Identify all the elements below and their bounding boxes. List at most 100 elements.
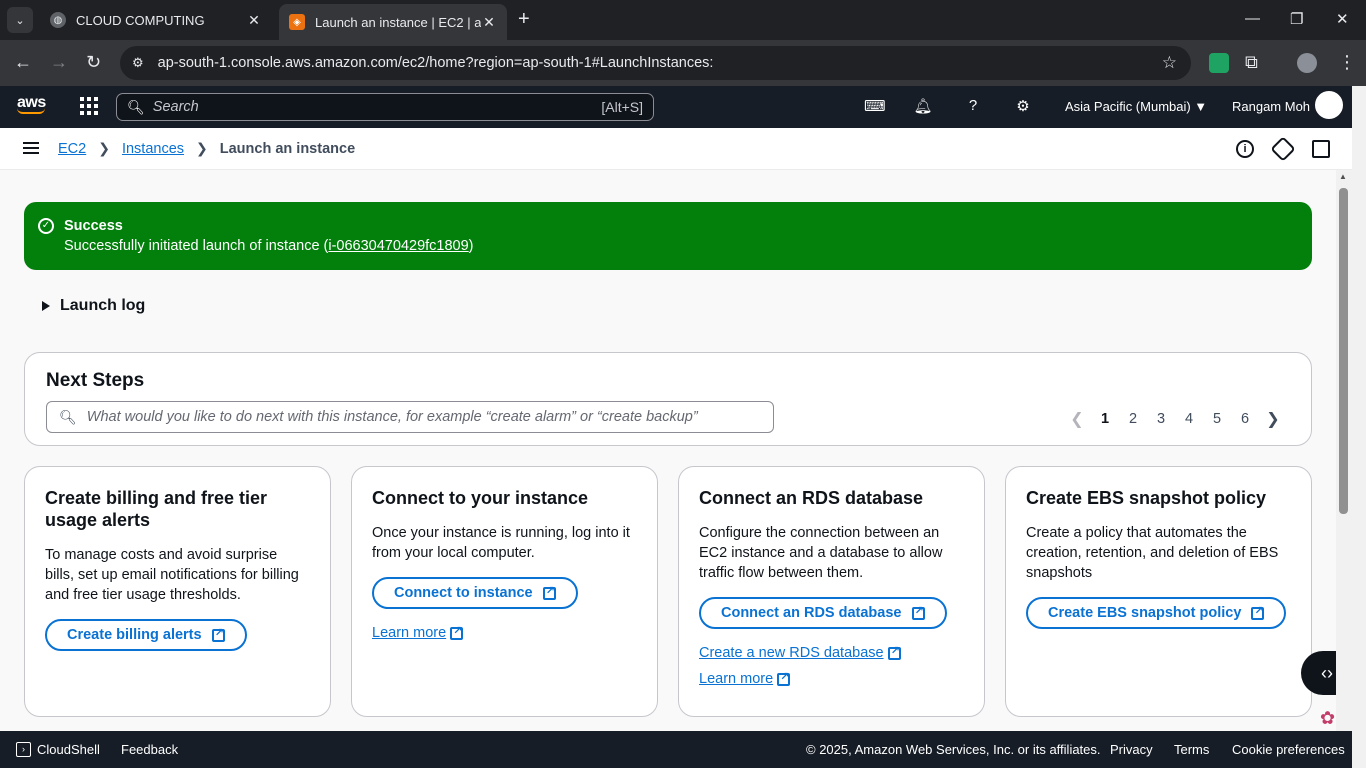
brain-extension-icon[interactable]: ✿ (1320, 708, 1335, 729)
close-icon[interactable]: ✕ (246, 12, 262, 29)
chevron-right-icon: ❯ (196, 140, 208, 156)
success-check-icon: ✓ (38, 218, 54, 234)
terms-link[interactable]: Terms (1174, 742, 1209, 757)
card-title: Connect to your instance (372, 488, 589, 508)
external-link-icon (887, 644, 901, 660)
help-icon[interactable]: ? (963, 97, 983, 117)
browser-tab-bar: ⌄ ◍ CLOUD COMPUTING ✕ ◈ Launch an instan… (0, 0, 1366, 40)
next-steps-title: Next Steps (46, 370, 145, 391)
external-link-icon (542, 584, 556, 600)
breadcrumb-instances[interactable]: Instances (122, 141, 184, 157)
copyright-text: © 2025, Amazon Web Services, Inc. or its… (806, 742, 1101, 757)
page-4[interactable]: 4 (1175, 411, 1203, 427)
cloudshell-icon: › (16, 742, 31, 757)
search-shortcut: [Alt+S] (601, 99, 643, 115)
breadcrumb-current: Launch an instance (219, 140, 356, 157)
settings-gear-icon[interactable]: ⚙ (1013, 97, 1033, 117)
feedback-screen-icon[interactable] (1312, 140, 1330, 158)
cookie-preferences-link[interactable]: Cookie preferences (1232, 742, 1345, 757)
page-scrollbar[interactable] (1352, 86, 1366, 768)
hamburger-menu-icon[interactable] (23, 142, 39, 154)
create-ebs-snapshot-policy-button[interactable]: Create EBS snapshot policy (1026, 597, 1287, 629)
card-title: Create billing and free tier usage alert… (45, 488, 268, 530)
search-placeholder: Search (152, 99, 199, 115)
feedback-link[interactable]: Feedback (121, 742, 178, 757)
site-settings-icon[interactable]: ⚙ (132, 55, 144, 71)
region-selector[interactable]: Asia Pacific (Mumbai) ▼ (1065, 99, 1207, 114)
cloudshell-link[interactable]: CloudShell (37, 742, 100, 757)
connect-rds-database-button[interactable]: Connect an RDS database (699, 597, 947, 629)
chatgpt-extension-icon[interactable] (1209, 53, 1229, 73)
aws-search-input[interactable]: 🔍︎ Search [Alt+S] (116, 93, 654, 121)
page-3[interactable]: 3 (1147, 411, 1175, 427)
window-close-icon[interactable]: ✕ (1336, 10, 1349, 28)
connect-to-instance-button[interactable]: Connect to instance (372, 577, 578, 609)
chevron-right-icon: ❯ (98, 140, 110, 156)
assistant-hex-icon[interactable] (1312, 88, 1346, 122)
success-flashbar: ✓ Success Successfully initiated launch … (24, 202, 1312, 270)
page-6[interactable]: 6 (1231, 411, 1259, 427)
url-text: ap-south-1.console.aws.amazon.com/ec2/ho… (157, 55, 714, 71)
minimize-icon[interactable]: — (1245, 10, 1260, 27)
privacy-link[interactable]: Privacy (1110, 742, 1153, 757)
globe-icon: ◍ (50, 12, 66, 28)
next-steps-panel: Next Steps 🔍︎ What would you like to do … (24, 352, 1312, 446)
next-steps-search-input[interactable]: 🔍︎ What would you like to do next with t… (46, 401, 774, 433)
card-billing-alerts: Create billing and free tier usage alert… (24, 466, 331, 717)
new-tab-icon[interactable]: + (518, 8, 530, 31)
breadcrumb-ec2[interactable]: EC2 (58, 141, 86, 157)
browser-tab-cloud-computing[interactable]: ◍ CLOUD COMPUTING ✕ (40, 4, 272, 36)
info-icon[interactable]: i (1236, 140, 1254, 158)
maximize-icon[interactable]: ❐ (1290, 10, 1303, 28)
create-new-rds-database-link[interactable]: Create a new RDS database (699, 644, 964, 661)
profile-avatar-icon[interactable] (1297, 53, 1317, 73)
card-ebs-snapshot: Create EBS snapshot policy Create a poli… (1005, 466, 1312, 717)
pagination: ❮ 1 2 3 4 5 6 ❯ (1063, 409, 1287, 429)
url-bar[interactable]: ⚙ ap-south-1.console.aws.amazon.com/ec2/… (120, 46, 1191, 80)
external-link-icon (911, 604, 925, 620)
back-arrow-icon[interactable]: ← (14, 52, 32, 73)
scroll-thumb[interactable] (1339, 188, 1348, 514)
console-footer: › CloudShell Feedback © 2025, Amazon Web… (0, 731, 1352, 768)
tab-search-icon[interactable]: ⌄ (7, 7, 33, 33)
card-body: Create a policy that automates the creat… (1026, 525, 1279, 581)
instance-id-link[interactable]: i-06630470429fc1809 (328, 238, 468, 254)
page-1[interactable]: 1 (1091, 411, 1119, 427)
chevron-right-icon[interactable]: ❯ (1259, 409, 1287, 429)
aws-logo[interactable]: aws (17, 94, 46, 114)
reload-icon[interactable]: ↻ (86, 52, 101, 73)
browser-tab-launch-instance[interactable]: ◈ Launch an instance | EC2 | ap-so ✕ (279, 4, 507, 40)
card-title: Create EBS snapshot policy (1026, 488, 1267, 508)
browser-menu-icon[interactable]: ⋮ (1338, 52, 1356, 73)
launch-log-expander[interactable]: Launch log (42, 297, 145, 315)
card-connect-instance: Connect to your instance Once your insta… (351, 466, 658, 717)
flash-message: Successfully initiated launch of instanc… (64, 238, 474, 254)
card-title: Connect an RDS database (699, 488, 924, 508)
breadcrumb: EC2 ❯ Instances ❯ Launch an instance (58, 140, 355, 157)
cloudshell-icon[interactable]: ⌨ (864, 97, 886, 117)
address-bar-row: ← → ↻ ⚙ ap-south-1.console.aws.amazon.co… (0, 40, 1366, 86)
search-icon: 🔍︎ (127, 98, 145, 115)
content-scrollbar[interactable]: ▲ (1336, 170, 1352, 731)
page-2[interactable]: 2 (1119, 411, 1147, 427)
next-steps-search-placeholder: What would you like to do next with this… (86, 409, 698, 425)
external-link-icon (777, 670, 791, 686)
chevron-left-icon[interactable]: ❮ (1063, 409, 1091, 429)
caret-right-icon (42, 301, 50, 311)
external-link-icon (1251, 604, 1265, 620)
learn-more-link[interactable]: Learn more (372, 624, 637, 641)
close-icon[interactable]: ✕ (481, 14, 497, 31)
page-5[interactable]: 5 (1203, 411, 1231, 427)
services-grid-icon[interactable] (80, 97, 98, 115)
notifications-bell-icon[interactable]: 🔔︎ (913, 97, 933, 117)
account-menu[interactable]: Rangam Moh (1232, 99, 1310, 114)
tab-title: CLOUD COMPUTING (76, 12, 205, 28)
forward-arrow-icon[interactable]: → (50, 52, 68, 73)
create-billing-alerts-button[interactable]: Create billing alerts (45, 619, 247, 651)
external-link-icon (450, 624, 464, 640)
bookmark-star-icon[interactable]: ☆ (1162, 53, 1177, 73)
extensions-puzzle-icon[interactable]: ⧉ (1245, 52, 1258, 73)
scroll-up-icon[interactable]: ▲ (1339, 172, 1347, 181)
learn-more-link[interactable]: Learn more (699, 670, 964, 687)
hexagon-icon[interactable] (1270, 136, 1296, 162)
